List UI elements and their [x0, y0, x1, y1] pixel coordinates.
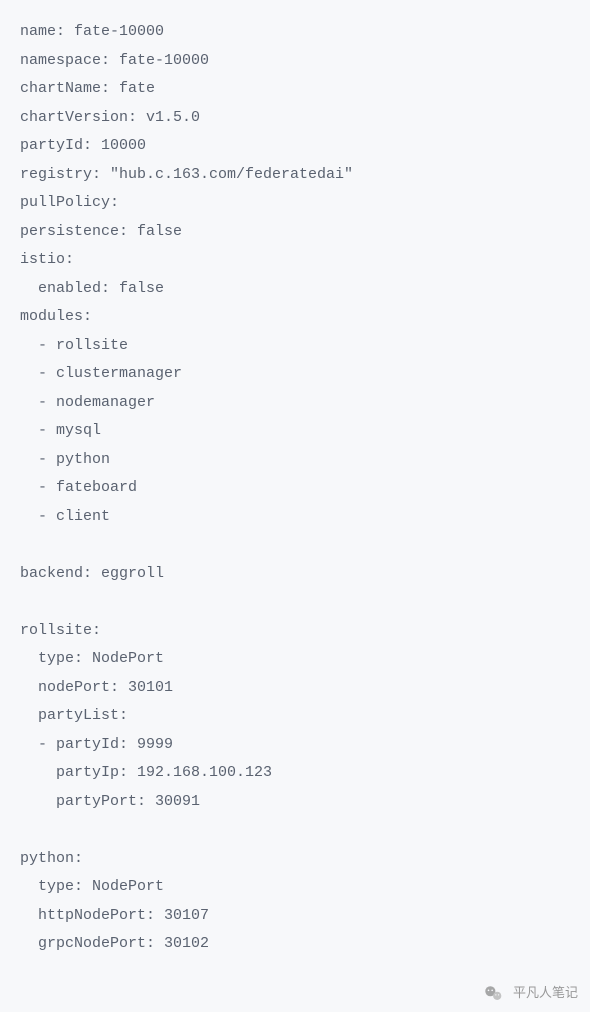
watermark-text: 平凡人笔记 — [513, 981, 578, 1006]
code-line: - python — [20, 446, 570, 475]
code-line: - client — [20, 503, 570, 532]
code-line: - rollsite — [20, 332, 570, 361]
code-line: istio: — [20, 246, 570, 275]
code-line: partyPort: 30091 — [20, 788, 570, 817]
code-line: partyId: 10000 — [20, 132, 570, 161]
code-line: partyIp: 192.168.100.123 — [20, 759, 570, 788]
code-line: chartName: fate — [20, 75, 570, 104]
code-line: - partyId: 9999 — [20, 731, 570, 760]
code-line: grpcNodePort: 30102 — [20, 930, 570, 959]
wechat-icon — [483, 983, 505, 1005]
code-line: httpNodePort: 30107 — [20, 902, 570, 931]
code-line: rollsite: — [20, 617, 570, 646]
code-line: type: NodePort — [20, 645, 570, 674]
code-line: namespace: fate-10000 — [20, 47, 570, 76]
code-line: enabled: false — [20, 275, 570, 304]
code-line: partyList: — [20, 702, 570, 731]
code-line: modules: — [20, 303, 570, 332]
code-line: backend: eggroll — [20, 560, 570, 589]
code-line: registry: "hub.c.163.com/federatedai" — [20, 161, 570, 190]
code-line: python: — [20, 845, 570, 874]
code-line: name: fate-10000 — [20, 18, 570, 47]
code-line: pullPolicy: — [20, 189, 570, 218]
code-line: chartVersion: v1.5.0 — [20, 104, 570, 133]
code-line — [20, 816, 570, 845]
code-line: - clustermanager — [20, 360, 570, 389]
code-line — [20, 588, 570, 617]
code-line: - mysql — [20, 417, 570, 446]
code-line: - nodemanager — [20, 389, 570, 418]
code-line: - fateboard — [20, 474, 570, 503]
code-line: persistence: false — [20, 218, 570, 247]
code-block: name: fate-10000namespace: fate-10000cha… — [20, 18, 570, 959]
code-line: nodePort: 30101 — [20, 674, 570, 703]
code-line — [20, 531, 570, 560]
watermark: 平凡人笔记 — [483, 981, 578, 1006]
code-line: type: NodePort — [20, 873, 570, 902]
